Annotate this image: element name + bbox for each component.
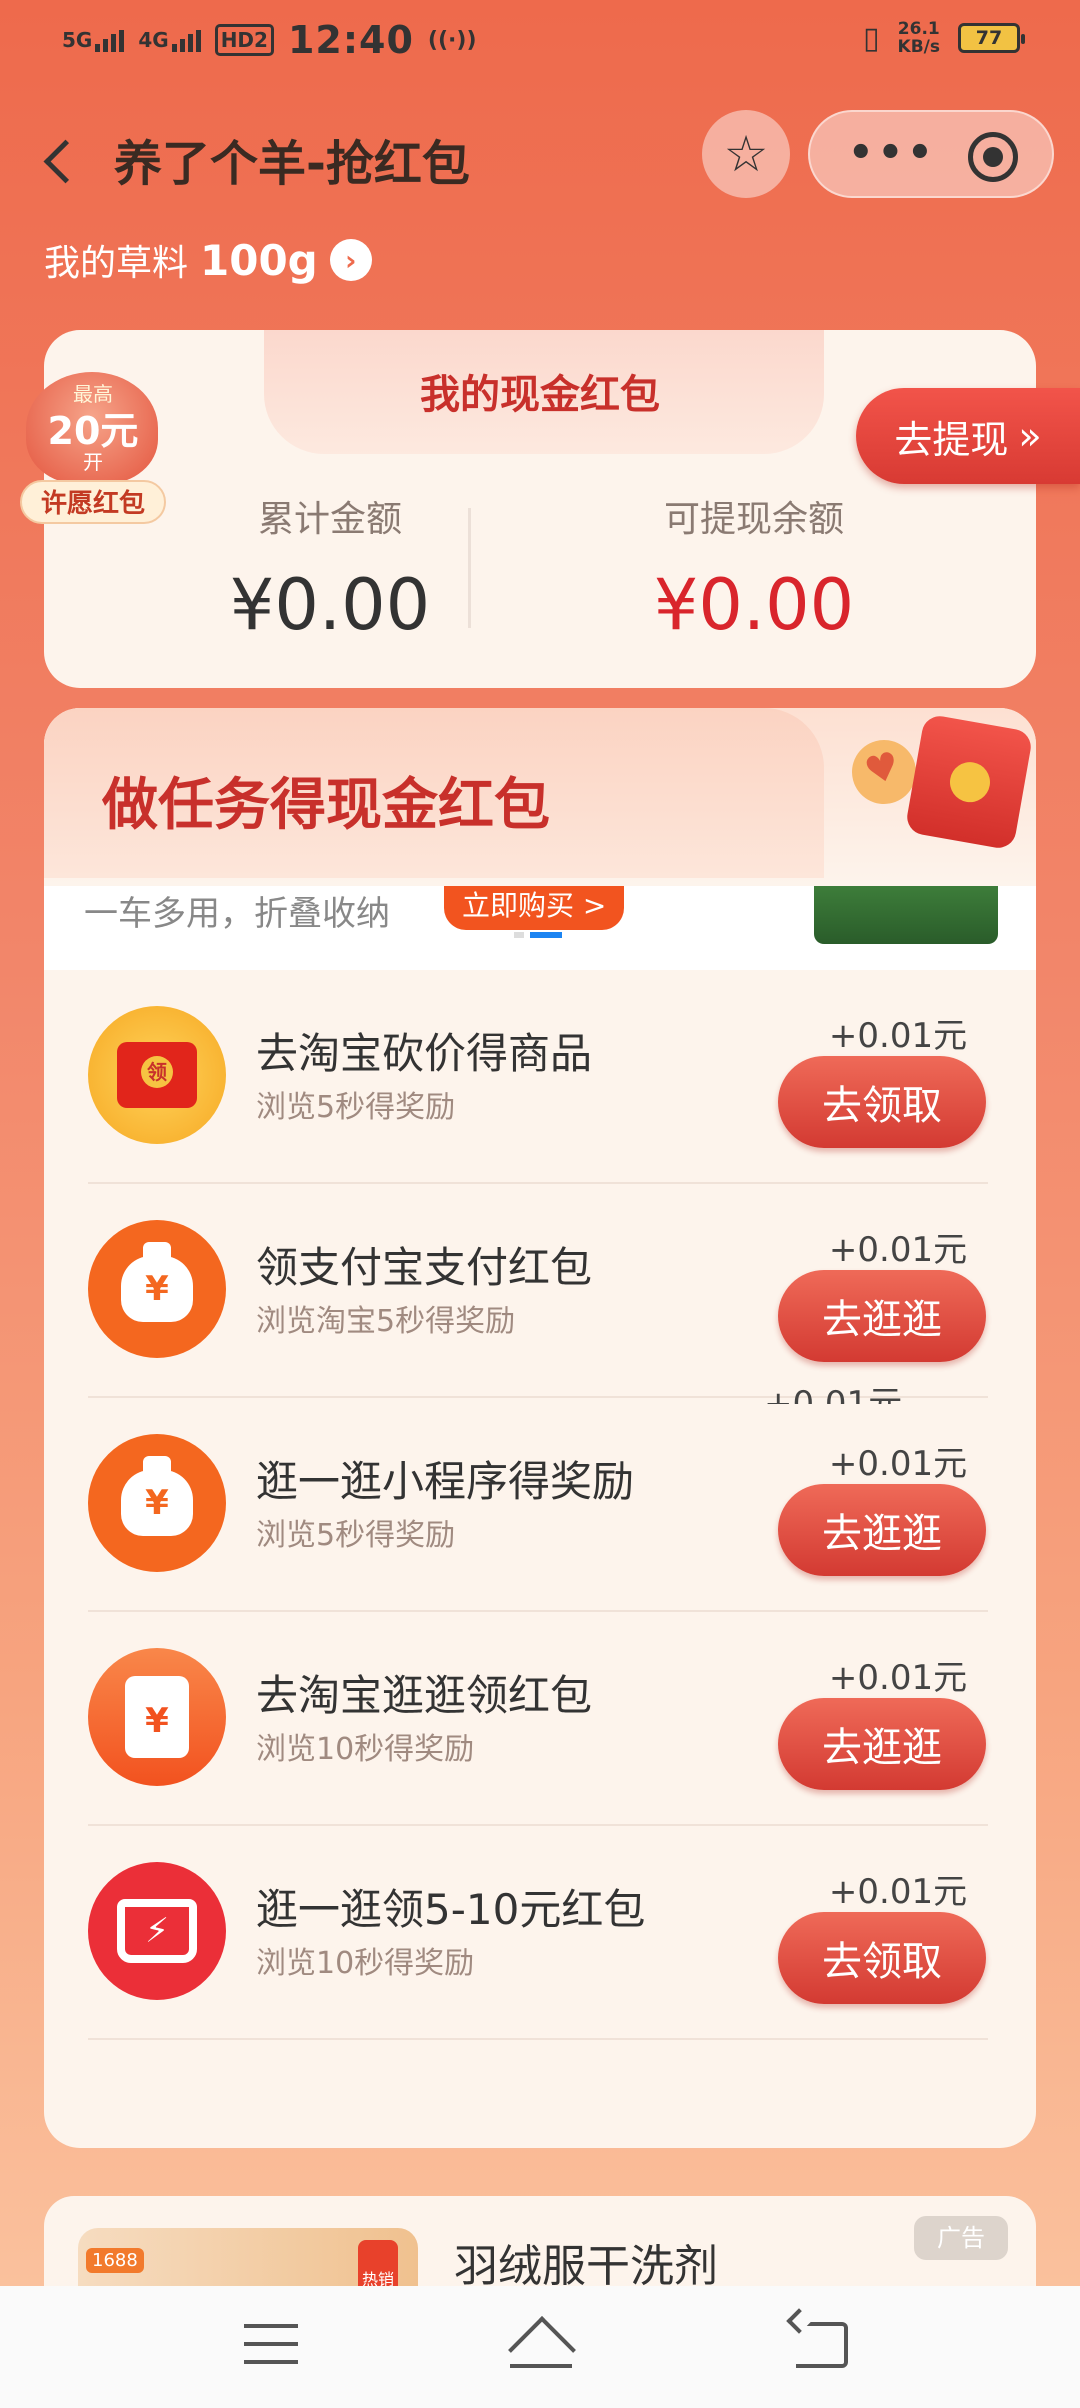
red-envelope-icon	[904, 713, 1034, 851]
ad-label[interactable]: 广告	[914, 2216, 1008, 2260]
close-miniprogram-icon[interactable]	[968, 132, 1018, 182]
withdraw-button[interactable]: 去提现 »	[856, 388, 1080, 484]
wish-label: 许愿红包	[20, 480, 166, 524]
total-label: 累计金额	[257, 499, 402, 540]
home-icon[interactable]	[506, 2322, 576, 2370]
battery-icon: 77	[958, 23, 1025, 53]
task-name: 逛一逛领5-10元红包	[256, 1885, 646, 1934]
banner-pagination	[514, 932, 562, 938]
banner-buy-button[interactable]: 立即购买 >	[444, 886, 625, 930]
star-icon[interactable]: ☆	[702, 110, 790, 198]
ad-image: 1688 热销	[78, 2228, 418, 2286]
task-header: 做任务得现金红包	[44, 708, 1036, 886]
signal-label-5g: 5G	[62, 28, 93, 52]
task-action-button[interactable]: 去逛逛	[778, 1484, 986, 1576]
task-desc: 浏览10秒得奖励	[256, 1732, 475, 1767]
double-chevron-right-icon: »	[1018, 414, 1042, 458]
money-bag-icon: ¥	[88, 1434, 226, 1572]
status-bar: 5G 4G HD2 12:40 ((·)) ▯ 26.1 KB/s 77	[0, 0, 1080, 80]
task-name: 去淘宝逛逛领红包	[256, 1671, 593, 1720]
banner-text: 一车多用，折叠收纳	[84, 894, 390, 934]
stat-divider	[468, 508, 471, 628]
task-reward: +0.01元	[828, 1658, 968, 1698]
page-title: 养了个羊-抢红包	[114, 136, 470, 192]
task-reward: +0.01元	[828, 1872, 968, 1912]
ticket-icon: ¥	[88, 1648, 226, 1786]
back-nav-icon[interactable]	[796, 2322, 848, 2368]
task-row: ¥ 逛一逛小程序得奖励 浏览5秒得奖励 +0.01元 去逛逛	[88, 1398, 988, 1612]
navbar: 养了个羊-抢红包 ☆ •••	[0, 110, 1080, 206]
task-reward: +0.01元	[828, 1016, 968, 1056]
cash-card: 我的现金红包 累计金额 ¥0.00 可提现余额 ¥0.00	[44, 330, 1036, 688]
task-action-button[interactable]: 去逛逛	[778, 1270, 986, 1362]
wish-open-label: 开	[83, 450, 103, 474]
task-name: 去淘宝砍价得商品	[256, 1029, 593, 1078]
grass-balance[interactable]: 我的草料 100g ›	[44, 234, 372, 286]
signal-4g-icon: 4G	[138, 28, 201, 52]
menu-capsule: •••	[808, 110, 1054, 198]
status-time: 12:40	[287, 18, 414, 62]
task-reward-partial: +0.01元	[764, 1384, 903, 1404]
task-desc: 浏览5秒得奖励	[256, 1518, 456, 1553]
task-desc: 浏览5秒得奖励	[256, 1090, 456, 1125]
shopping-cart-icon: ⚡	[88, 1862, 226, 2000]
signal-label-4g: 4G	[138, 28, 169, 52]
available-value: ¥0.00	[653, 564, 855, 646]
task-row: 去淘宝砍价得商品 浏览5秒得奖励 +0.01元 去领取	[88, 970, 988, 1184]
system-nav-bar	[0, 2286, 1080, 2408]
available-stat: 可提现余额 ¥0.00	[544, 490, 964, 646]
banner-image	[814, 886, 998, 944]
task-desc: 浏览淘宝5秒得奖励	[256, 1304, 516, 1339]
task-row: ¥ 去淘宝逛逛领红包 浏览10秒得奖励 +0.01元 去逛逛	[88, 1612, 988, 1826]
nfc-icon: ((·))	[427, 27, 477, 53]
task-name: 领支付宝支付红包	[256, 1243, 593, 1292]
hot-sale-icon: 热销	[358, 2240, 398, 2286]
withdraw-label: 去提现	[894, 417, 1009, 462]
task-row: ⚡ 逛一逛领5-10元红包 浏览10秒得奖励 +0.01元 去领取	[88, 1826, 988, 2040]
vibrate-icon: ▯	[863, 20, 880, 56]
money-bag-icon: ¥	[88, 1220, 226, 1358]
ad-title: 羽绒服干洗剂	[454, 2241, 718, 2286]
speed-unit: KB/s	[897, 37, 940, 57]
ad-banner[interactable]: 一车多用，折叠收纳 立即购买 >	[44, 886, 1036, 970]
chevron-right-icon: ›	[329, 239, 372, 281]
more-icon[interactable]: •••	[848, 130, 937, 176]
signal-5g-icon: 5G	[62, 28, 125, 52]
network-speed: 26.1 KB/s	[898, 20, 940, 56]
task-card: 做任务得现金红包 一车多用，折叠收纳 立即购买 > 去淘宝砍价得商品 浏览5秒得…	[44, 708, 1036, 2148]
task-action-button[interactable]: 去领取	[778, 1912, 986, 2004]
back-icon[interactable]	[32, 124, 92, 194]
wish-red-packet-badge[interactable]: 最高 20元 开 许愿红包	[18, 372, 168, 524]
task-row: ¥ 领支付宝支付红包 浏览淘宝5秒得奖励 +0.01元 去逛逛	[88, 1184, 988, 1398]
grass-value: 100g	[200, 235, 318, 285]
grass-label: 我的草料	[44, 243, 189, 284]
ad-card[interactable]: 1688 热销 羽绒服干洗剂 广告	[44, 2196, 1036, 2286]
speed-value: 26.1	[897, 19, 940, 39]
task-desc: 浏览10秒得奖励	[256, 1946, 475, 1981]
task-reward: +0.01元	[828, 1230, 968, 1270]
task-name: 逛一逛小程序得奖励	[256, 1457, 635, 1506]
total-stat: 累计金额 ¥0.00	[120, 490, 540, 646]
task-card-title: 做任务得现金红包	[102, 773, 550, 838]
task-action-button[interactable]: 去逛逛	[778, 1698, 986, 1790]
available-label: 可提现余额	[663, 499, 844, 540]
total-value: ¥0.00	[229, 564, 431, 646]
red-packet-icon	[88, 1006, 226, 1144]
task-action-button[interactable]: 去领取	[778, 1056, 986, 1148]
task-reward: +0.01元	[828, 1444, 968, 1484]
ad-1688-tag: 1688	[86, 2248, 144, 2273]
menu-icon[interactable]	[244, 2324, 298, 2368]
hd-icon: HD2	[214, 24, 274, 56]
